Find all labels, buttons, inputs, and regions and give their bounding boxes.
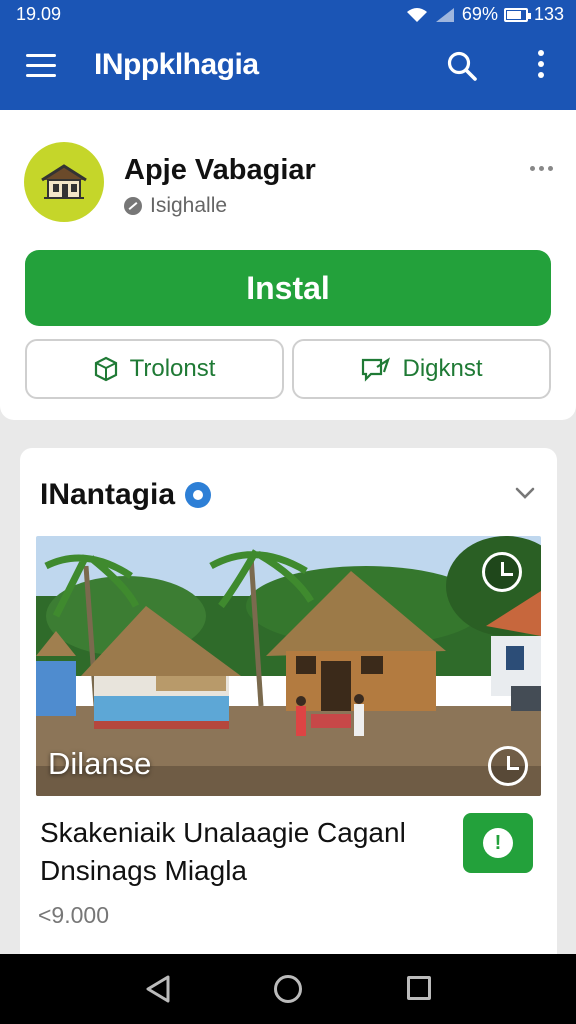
app-bar: INppklhagia (0, 40, 576, 96)
status-bar: 19.09 69% 133 (0, 0, 576, 30)
search-icon[interactable] (446, 50, 478, 82)
secondary-button-left[interactable]: Trolonst (25, 339, 284, 399)
photo-caption: Dilanse (48, 746, 152, 781)
info-icon: ! (483, 828, 513, 858)
content-card: INantagia Dilanse Skakeniaik Unalaagie C… (20, 448, 557, 968)
developer-row[interactable]: Isighalle (124, 194, 227, 218)
overflow-menu-icon[interactable] (530, 50, 552, 84)
section-header: INantagia (40, 478, 212, 512)
top-app-bar: 19.09 69% 133 INppklhagia (0, 0, 576, 110)
battery-icon (503, 7, 531, 22)
clock-icon[interactable] (482, 552, 522, 592)
verified-badge-icon (185, 482, 212, 508)
developer-name: Isighalle (150, 194, 228, 217)
recent-apps-icon[interactable] (407, 976, 431, 1000)
village-photo[interactable]: Dilanse (36, 536, 541, 796)
card-more-icon[interactable] (530, 166, 553, 171)
item-price: <9.000 (38, 902, 109, 928)
system-navigation-bar (0, 954, 576, 1024)
section-title: INantagia (40, 478, 176, 511)
house-icon (41, 164, 87, 199)
secondary-button-left-label: Trolonst (129, 355, 216, 382)
item-title[interactable]: Skakeniaik Unalaagie Caganl Dnsinags Mia… (40, 814, 440, 890)
message-icon (362, 357, 391, 382)
secondary-button-right[interactable]: Digknst (292, 339, 551, 399)
signal-icon (435, 7, 454, 22)
home-icon[interactable] (274, 975, 302, 1003)
status-time: 19.09 (16, 4, 62, 24)
app-logo (24, 142, 104, 222)
box-icon (94, 356, 117, 382)
clock-icon[interactable] (488, 746, 528, 786)
item-title-line-1: Skakeniaik Unalaagie Caganl (40, 817, 406, 848)
status-indicators: 69% 133 (406, 4, 564, 25)
item-action-button[interactable]: ! (463, 813, 533, 873)
install-button[interactable]: Instal (25, 250, 551, 326)
status-clock-right: 133 (533, 4, 564, 24)
back-icon[interactable] (144, 974, 172, 1004)
app-header-card: Apje Vabagiar Isighalle Instal Trolonst … (0, 110, 576, 420)
wifi-icon (406, 7, 427, 22)
chevron-down-icon[interactable] (514, 482, 536, 504)
item-title-line-2: Dnsinags Miagla (40, 855, 247, 886)
battery-percent: 69% (461, 4, 498, 24)
hamburger-menu-icon[interactable] (26, 54, 56, 80)
app-name: Apje Vabagiar (124, 154, 316, 186)
secondary-button-right-label: Digknst (402, 355, 483, 382)
developer-icon (124, 197, 142, 215)
app-bar-title: INppklhagia (94, 48, 259, 81)
